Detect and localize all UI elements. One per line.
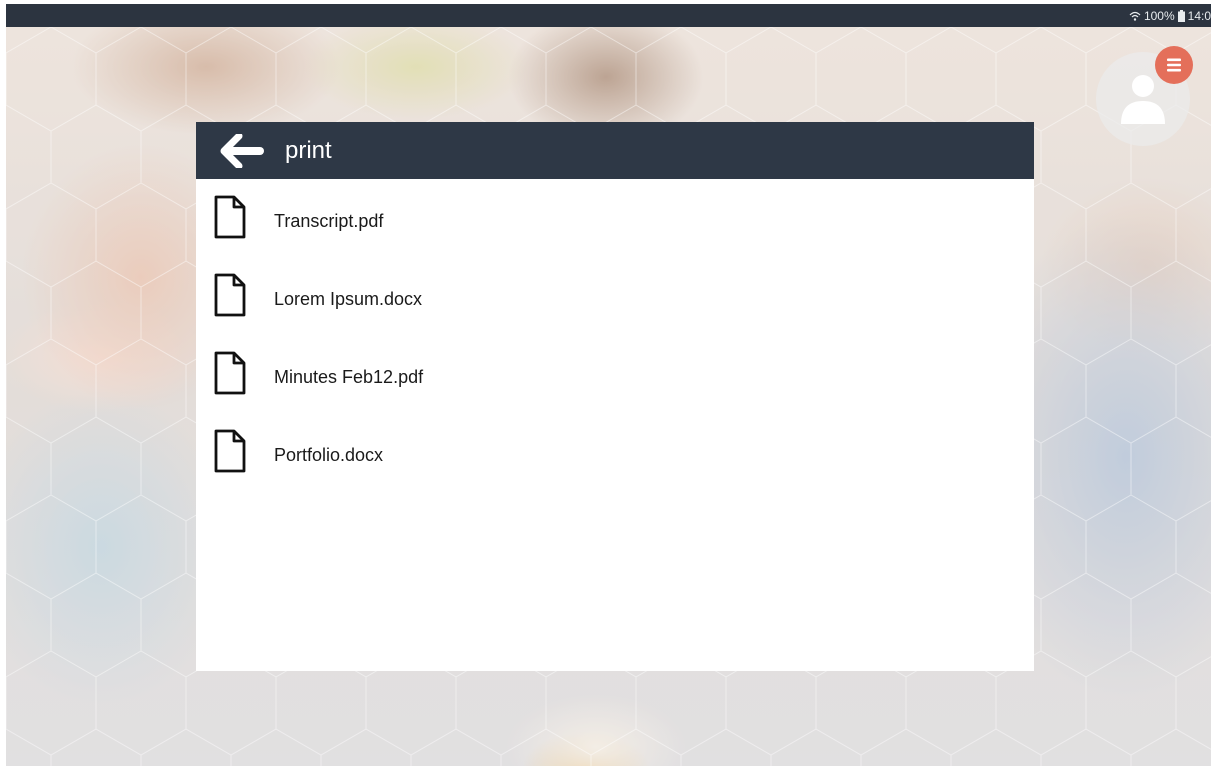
file-item-lorem-ipsum[interactable]: Lorem Ipsum.docx (196, 257, 1034, 335)
wifi-icon (1129, 11, 1141, 21)
battery-percent: 100% (1143, 9, 1175, 23)
status-bar: 100% 14:0 (6, 4, 1211, 27)
document-icon (214, 273, 246, 317)
arrow-left-icon (220, 134, 264, 168)
battery-icon (1177, 10, 1185, 22)
menu-icon (1167, 58, 1181, 72)
dialog-header: print (196, 122, 1034, 179)
file-name: Transcript.pdf (274, 211, 384, 231)
document-icon (214, 195, 246, 239)
file-name: Portfolio.docx (274, 445, 384, 465)
print-dialog: print Transcript.pdf Lorem Ipsum.docx Mi… (196, 122, 1034, 671)
file-list: Transcript.pdf Lorem Ipsum.docx Minutes … (196, 179, 1034, 491)
back-button[interactable] (220, 134, 264, 168)
dialog-title: print (285, 137, 332, 164)
document-icon (214, 429, 246, 473)
screen: 100% 14:0 print Transcript.pdf Lorem Ips… (0, 0, 1211, 766)
file-item-minutes[interactable]: Minutes Feb12.pdf (196, 335, 1034, 413)
file-item-transcript[interactable]: Transcript.pdf (196, 179, 1034, 257)
clock: 14:0 (1187, 9, 1211, 23)
file-item-portfolio[interactable]: Portfolio.docx (196, 413, 1034, 491)
status-indicators: 100% 14:0 (1129, 9, 1211, 23)
menu-button[interactable] (1155, 46, 1193, 84)
document-icon (214, 351, 246, 395)
file-name: Lorem Ipsum.docx (274, 289, 423, 309)
user-icon (1121, 75, 1165, 124)
file-name: Minutes Feb12.pdf (274, 367, 424, 387)
